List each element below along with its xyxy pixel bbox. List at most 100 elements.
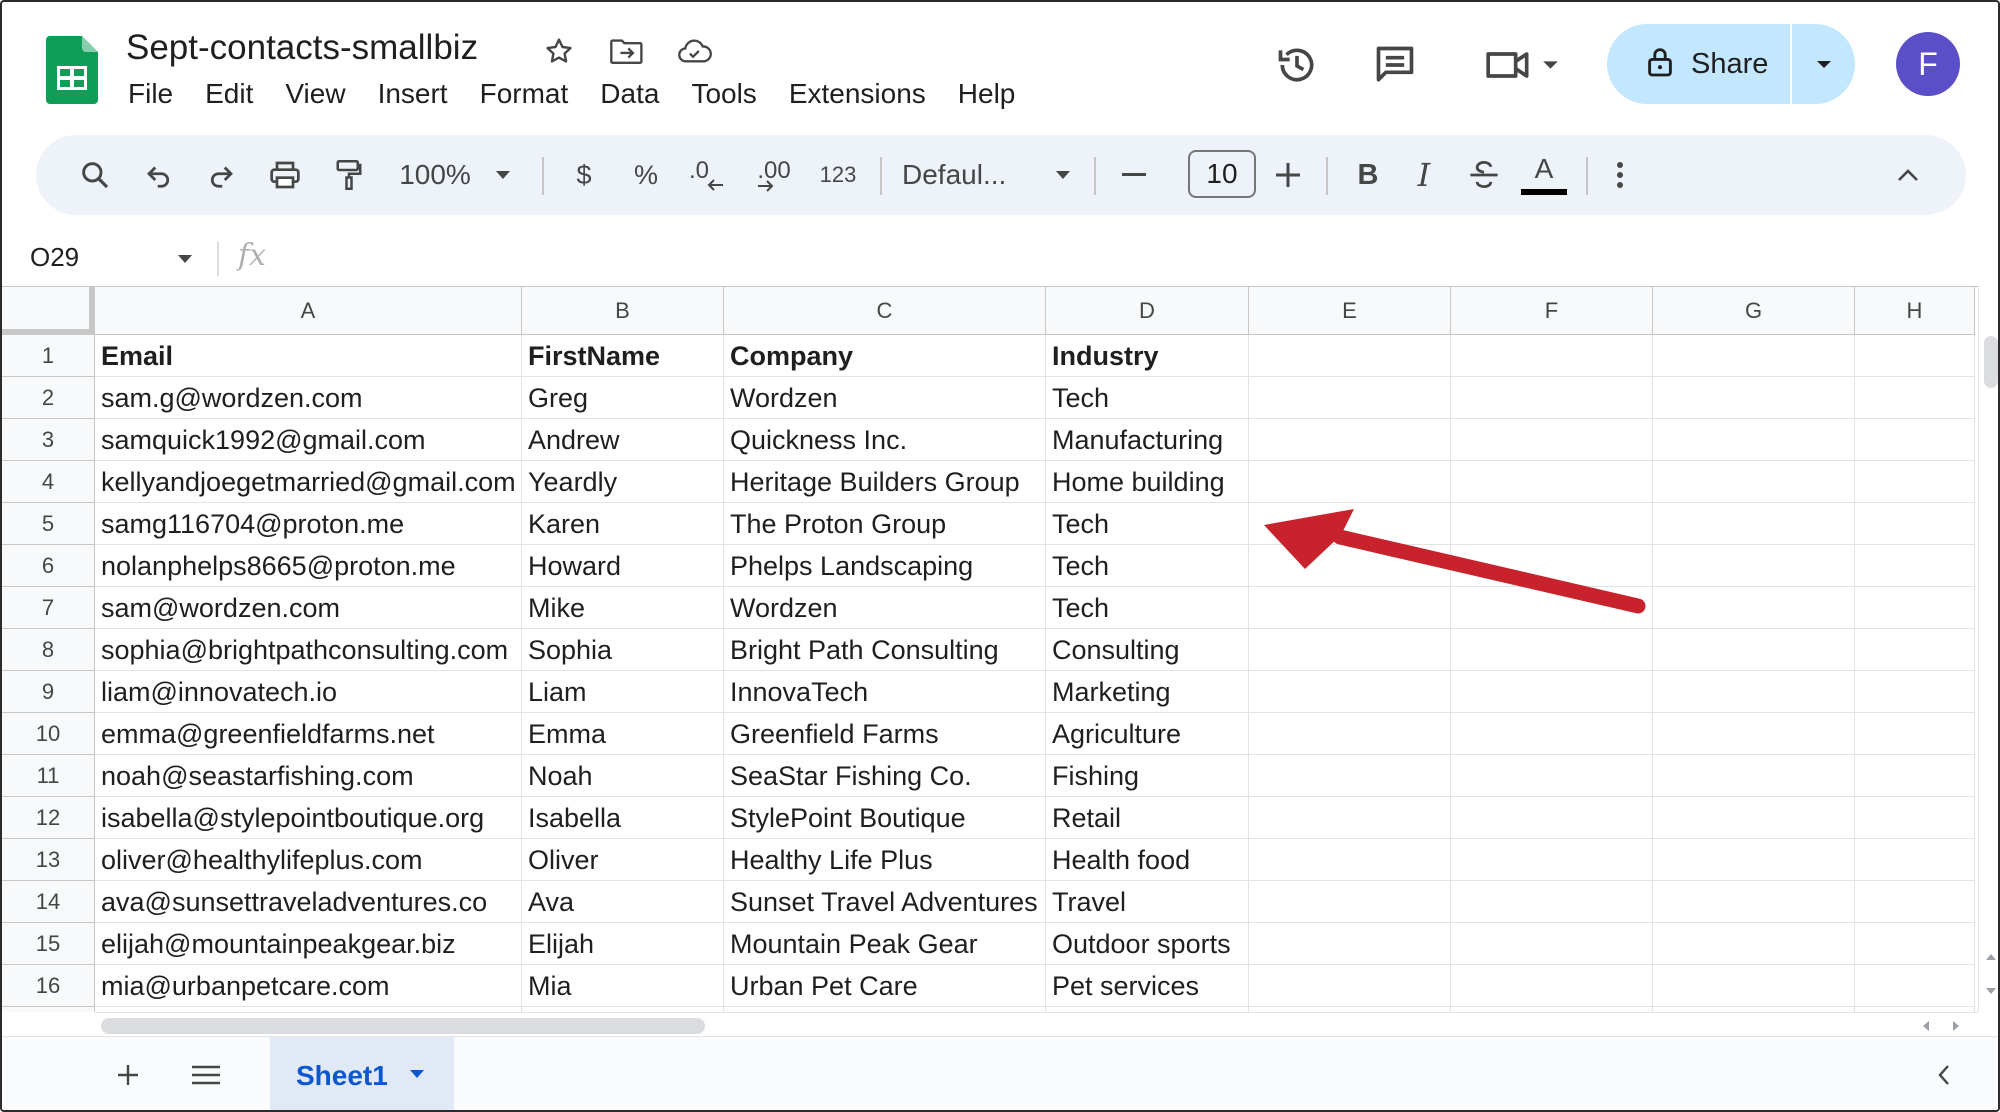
table-cell[interactable]	[1249, 587, 1451, 629]
column-header-a[interactable]: A	[95, 287, 522, 335]
table-cell[interactable]	[1249, 839, 1451, 881]
name-box[interactable]: O29	[30, 242, 79, 273]
table-cell[interactable]	[1653, 419, 1855, 461]
table-cell[interactable]: Tech	[1046, 377, 1249, 419]
table-cell[interactable]	[1855, 461, 1975, 503]
row-header[interactable]: 8	[2, 629, 95, 671]
header-cell[interactable]	[1451, 335, 1653, 377]
row-header[interactable]: 13	[2, 839, 95, 881]
move-to-folder-icon[interactable]	[608, 32, 646, 70]
table-cell[interactable]: Howard	[522, 545, 724, 587]
table-cell[interactable]: sam.g@wordzen.com	[95, 377, 522, 419]
table-cell[interactable]: Marketing	[1046, 671, 1249, 713]
table-cell[interactable]	[1249, 881, 1451, 923]
table-cell[interactable]: sam@wordzen.com	[95, 587, 522, 629]
zoom-select[interactable]: 100%	[390, 135, 480, 215]
table-cell[interactable]	[1855, 839, 1975, 881]
table-cell[interactable]	[1653, 755, 1855, 797]
collapse-menus-chevron-up-icon[interactable]	[1886, 135, 1930, 215]
column-header-d[interactable]: D	[1046, 287, 1249, 335]
table-cell[interactable]	[1249, 755, 1451, 797]
table-cell[interactable]	[1653, 587, 1855, 629]
add-sheet-icon[interactable]	[108, 1055, 148, 1095]
horizontal-scrollbar[interactable]	[95, 1012, 1978, 1036]
redo-icon[interactable]	[196, 135, 246, 215]
table-cell[interactable]: Retail	[1046, 797, 1249, 839]
table-cell[interactable]	[1451, 587, 1653, 629]
table-cell[interactable]: samquick1992@gmail.com	[95, 419, 522, 461]
table-cell[interactable]: Greenfield Farms	[724, 713, 1046, 755]
row-header[interactable]: 17	[2, 1007, 95, 1012]
increase-font-size-icon[interactable]	[1266, 135, 1310, 215]
table-cell[interactable]: Urban Pet Care	[724, 965, 1046, 1007]
vertical-scroll-thumb[interactable]	[1984, 336, 1998, 388]
column-header-f[interactable]: F	[1451, 287, 1653, 335]
table-cell[interactable]	[1249, 629, 1451, 671]
explore-collapse-chevron-left-icon[interactable]	[1924, 1055, 1964, 1095]
row-header[interactable]: 1	[2, 335, 95, 377]
table-cell[interactable]	[1653, 797, 1855, 839]
sheet-tab-chevron-down-icon[interactable]	[408, 1067, 426, 1085]
cloud-saved-icon[interactable]	[676, 32, 714, 70]
table-cell[interactable]: Consulting	[1046, 629, 1249, 671]
table-cell[interactable]	[1855, 629, 1975, 671]
table-cell[interactable]	[1653, 461, 1855, 503]
table-cell[interactable]: Wordzen	[724, 377, 1046, 419]
menu-edit[interactable]: Edit	[189, 78, 269, 110]
table-cell[interactable]	[1451, 419, 1653, 461]
table-cell[interactable]: Ava	[522, 881, 724, 923]
increase-decimal-button[interactable]: .00	[744, 135, 804, 215]
account-avatar[interactable]: F	[1896, 32, 1960, 96]
table-cell[interactable]: Karen	[522, 503, 724, 545]
decrease-decimal-button[interactable]: .0	[682, 135, 734, 215]
table-cell[interactable]	[1249, 545, 1451, 587]
table-cell[interactable]	[1855, 755, 1975, 797]
table-cell[interactable]	[1653, 923, 1855, 965]
more-formats-button[interactable]: 123	[812, 135, 864, 215]
table-cell[interactable]: Oliver	[522, 839, 724, 881]
column-header-b[interactable]: B	[522, 287, 724, 335]
table-cell[interactable]	[1451, 461, 1653, 503]
table-cell[interactable]	[1855, 923, 1975, 965]
video-call-icon[interactable]	[1478, 40, 1568, 90]
comments-icon[interactable]	[1370, 40, 1420, 90]
table-cell[interactable]	[1653, 377, 1855, 419]
decrease-font-size-icon[interactable]	[1112, 135, 1156, 215]
column-header-h[interactable]: H	[1855, 287, 1975, 335]
font-select[interactable]: Defaul...	[902, 135, 1052, 215]
more-options-icon[interactable]	[1598, 135, 1642, 215]
row-header[interactable]: 10	[2, 713, 95, 755]
table-cell[interactable]: Fishing	[1046, 755, 1249, 797]
row-header[interactable]: 12	[2, 797, 95, 839]
table-cell[interactable]	[1451, 797, 1653, 839]
row-header[interactable]: 5	[2, 503, 95, 545]
horizontal-scroll-thumb[interactable]	[101, 1018, 705, 1034]
header-cell[interactable]	[1249, 335, 1451, 377]
table-cell[interactable]	[1249, 713, 1451, 755]
row-header[interactable]: 2	[2, 377, 95, 419]
table-cell[interactable]: Tech	[1046, 545, 1249, 587]
table-cell[interactable]: liam@innovatech.io	[95, 671, 522, 713]
paint-format-icon[interactable]	[324, 135, 374, 215]
table-cell[interactable]: Travel	[1046, 881, 1249, 923]
column-header-g[interactable]: G	[1653, 287, 1855, 335]
table-cell[interactable]: Manufacturing	[1046, 419, 1249, 461]
zoom-chevron-down-icon[interactable]	[488, 135, 518, 215]
row-header[interactable]: 9	[2, 671, 95, 713]
table-cell[interactable]	[1855, 377, 1975, 419]
name-box-chevron-down-icon[interactable]	[176, 252, 194, 270]
table-cell[interactable]: mia@urbanpetcare.com	[95, 965, 522, 1007]
table-cell[interactable]: Pet services	[1046, 965, 1249, 1007]
table-cell[interactable]: isabella@stylepointboutique.org	[95, 797, 522, 839]
sheets-logo-icon[interactable]	[46, 36, 98, 104]
table-cell[interactable]: samg116704@proton.me	[95, 503, 522, 545]
table-cell[interactable]: emma@greenfieldfarms.net	[95, 713, 522, 755]
share-options-chevron-icon[interactable]	[1813, 54, 1835, 79]
table-cell[interactable]	[1855, 797, 1975, 839]
table-cell[interactable]	[1451, 503, 1653, 545]
table-cell[interactable]	[1249, 377, 1451, 419]
table-cell[interactable]: sophia@brightpathconsulting.com	[95, 629, 522, 671]
table-cell[interactable]: Tech	[1046, 587, 1249, 629]
undo-icon[interactable]	[134, 135, 184, 215]
menu-tools[interactable]: Tools	[675, 78, 772, 110]
